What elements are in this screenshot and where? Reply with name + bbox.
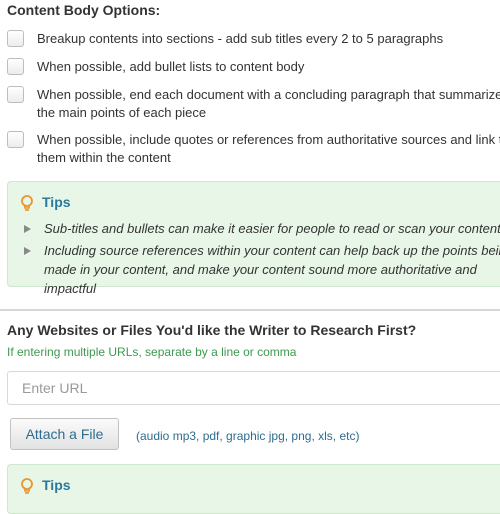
tip-text: Including source references within your … bbox=[44, 243, 500, 296]
tip-item: Including source references within your … bbox=[24, 241, 500, 296]
option-bullet-lists[interactable]: When possible, add bullet lists to conte… bbox=[7, 58, 500, 76]
option-label: When possible, end each document with a … bbox=[37, 87, 500, 120]
triangle-bullet-icon bbox=[24, 225, 31, 233]
section-divider bbox=[0, 309, 500, 311]
option-label: When possible, include quotes or referen… bbox=[37, 132, 500, 165]
attach-file-button[interactable]: Attach a File bbox=[10, 418, 119, 450]
file-types-note: (audio mp3, pdf, graphic jpg, png, xls, … bbox=[136, 429, 360, 443]
tips-box-2: Tips bbox=[7, 464, 500, 514]
option-label: When possible, add bullet lists to conte… bbox=[37, 59, 305, 74]
lightbulb-icon bbox=[21, 195, 33, 211]
option-label: Breakup contents into sections - add sub… bbox=[37, 31, 444, 46]
lightbulb-icon bbox=[21, 478, 33, 494]
option-quotes-references[interactable]: When possible, include quotes or referen… bbox=[7, 131, 500, 167]
url-input[interactable] bbox=[7, 371, 500, 405]
tip-text: Sub-titles and bullets can make it easie… bbox=[44, 221, 500, 236]
research-title: Any Websites or Files You'd like the Wri… bbox=[7, 322, 417, 338]
option-concluding-paragraph[interactable]: When possible, end each document with a … bbox=[7, 86, 500, 122]
checkbox-bullet-lists[interactable] bbox=[7, 58, 24, 75]
tip-item: Sub-titles and bullets can make it easie… bbox=[24, 219, 500, 238]
tips-box: Tips Sub-titles and bullets can make it … bbox=[7, 181, 500, 296]
content-body-title: Content Body Options: bbox=[7, 2, 161, 18]
checkbox-quotes-references[interactable] bbox=[7, 131, 24, 148]
research-hint: If entering multiple URLs, separate by a… bbox=[7, 345, 297, 359]
checkbox-breakup-sections[interactable] bbox=[7, 30, 24, 47]
tips-title: Tips bbox=[42, 477, 71, 493]
option-breakup-sections[interactable]: Breakup contents into sections - add sub… bbox=[7, 30, 500, 48]
triangle-bullet-icon bbox=[24, 247, 31, 255]
checkbox-concluding-paragraph[interactable] bbox=[7, 86, 24, 103]
tips-title: Tips bbox=[42, 194, 71, 210]
